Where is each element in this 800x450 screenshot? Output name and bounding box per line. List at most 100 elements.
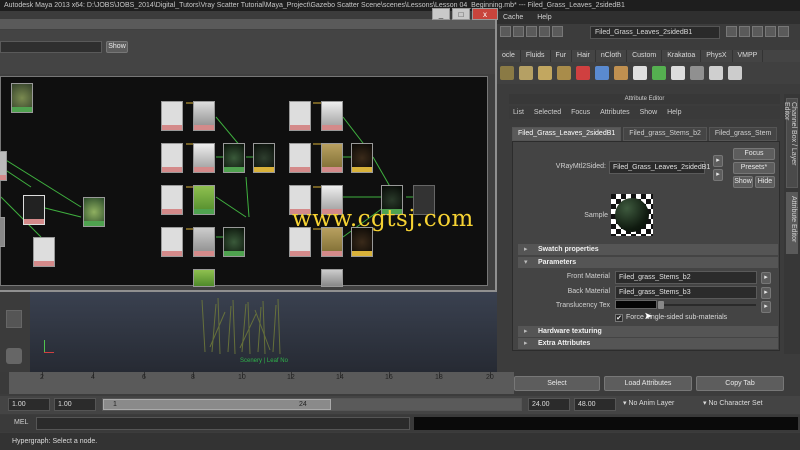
map-button-icon[interactable]: ▸ <box>761 301 771 313</box>
mode-icon[interactable] <box>500 26 511 37</box>
file-texture-node[interactable] <box>193 185 215 215</box>
range-slider-handle[interactable] <box>103 399 331 410</box>
file-texture-node[interactable] <box>321 143 343 173</box>
minimize-button[interactable]: _ <box>432 8 450 20</box>
shelf-tool-icon[interactable] <box>671 66 685 80</box>
hypershade-work-area[interactable] <box>0 76 488 287</box>
time-slider[interactable]: 2 4 6 8 10 12 14 16 18 20 <box>9 372 514 394</box>
translucency-slider[interactable] <box>658 301 756 309</box>
slider-handle[interactable] <box>658 301 664 309</box>
shader-node[interactable] <box>83 197 105 227</box>
menu-cache[interactable]: Cache <box>497 14 529 21</box>
shelf-tool-icon[interactable] <box>595 66 609 80</box>
close-button[interactable]: x <box>472 8 498 20</box>
anim-layer-selector[interactable]: ▾ No Anim Layer <box>620 398 700 411</box>
shader-node[interactable] <box>0 217 5 247</box>
material-node[interactable] <box>351 143 373 173</box>
presets-button[interactable]: Presets* <box>733 162 775 174</box>
shelf-tab[interactable]: PhysX <box>701 50 733 62</box>
shelf-tool-icon[interactable] <box>557 66 571 80</box>
material-name-field[interactable]: Filed_Grass_Leaves_2sidedB1 <box>609 161 710 174</box>
copy-tab-button[interactable]: Copy Tab <box>696 376 784 391</box>
select-button[interactable]: Select <box>514 376 600 391</box>
place2d-node[interactable] <box>289 143 311 173</box>
layout-icon[interactable] <box>6 348 22 364</box>
playback-start-field[interactable]: 1.00 <box>54 398 96 411</box>
material-node[interactable] <box>253 143 275 173</box>
ipr-icon[interactable] <box>539 26 550 37</box>
parameters-section[interactable]: ▾ Parameters <box>518 257 778 268</box>
focus-button[interactable]: Focus <box>733 148 775 160</box>
ae-tab-stems-b2[interactable]: Filed_grass_Stems_b2 <box>623 127 707 141</box>
file-texture-node[interactable] <box>193 101 215 131</box>
place2d-node[interactable] <box>161 143 183 173</box>
render-settings-icon[interactable] <box>552 26 563 37</box>
shelf-tool-icon[interactable] <box>709 66 723 80</box>
file-texture-node[interactable] <box>321 269 343 287</box>
ae-menu-show[interactable]: Show <box>636 109 662 116</box>
place2d-node[interactable] <box>161 227 183 257</box>
hypershade-filter-input[interactable] <box>0 41 102 53</box>
ae-menu-list[interactable]: List <box>509 109 528 116</box>
shader-node[interactable] <box>23 195 45 225</box>
range-slider[interactable]: 1 24 <box>102 398 522 411</box>
range-start-field[interactable]: 1.00 <box>8 398 50 411</box>
back-material-field[interactable]: Filed_grass_Stems_b3 <box>615 286 757 299</box>
toggle-icon[interactable] <box>752 26 763 37</box>
render-icon[interactable] <box>526 26 537 37</box>
front-material-field[interactable]: Filed_grass_Stems_b2 <box>615 271 757 284</box>
map-button-icon[interactable]: ▸ <box>761 287 771 299</box>
file-texture-node[interactable] <box>193 269 215 287</box>
hardware-texturing-section[interactable]: ▸ Hardware texturing <box>518 326 778 337</box>
channel-box-tab[interactable]: Channel Box / Layer Editor <box>783 98 798 188</box>
swatch-properties-section[interactable]: ▸ Swatch properties <box>518 244 778 255</box>
file-texture-node[interactable] <box>193 227 215 257</box>
shelf-tab[interactable]: Custom <box>627 50 663 62</box>
material-node[interactable] <box>223 227 245 257</box>
shelf-tab[interactable]: ocle <box>497 50 521 62</box>
shelf-tab[interactable]: Fur <box>551 50 573 62</box>
range-end-field[interactable]: 48.00 <box>574 398 616 411</box>
go-output-icon[interactable]: ▸ <box>713 169 723 181</box>
shelf-tab[interactable]: VMPP <box>733 50 764 62</box>
hide-button[interactable]: Hide <box>755 176 775 188</box>
ae-tab-leaves[interactable]: Filed_Grass_Leaves_2sidedB1 <box>512 127 622 141</box>
ae-tab-stems[interactable]: Filed_grass_Stem <box>708 127 778 141</box>
toggle-icon[interactable] <box>739 26 750 37</box>
shelf-tab[interactable]: Hair <box>572 50 596 62</box>
map-button-icon[interactable]: ▸ <box>761 272 771 284</box>
ae-menu-attributes[interactable]: Attributes <box>596 109 634 116</box>
place2d-node[interactable] <box>289 101 311 131</box>
ae-menu-help[interactable]: Help <box>663 109 685 116</box>
shelf-tool-icon[interactable] <box>576 66 590 80</box>
hypershade-titlebar[interactable] <box>0 19 495 29</box>
tool-button[interactable] <box>6 310 22 328</box>
playback-end-field[interactable]: 24.00 <box>528 398 570 411</box>
maximize-button[interactable]: □ <box>452 8 470 20</box>
shelf-tool-icon[interactable] <box>728 66 742 80</box>
material-node[interactable] <box>223 143 245 173</box>
show-button[interactable]: Show <box>733 176 753 188</box>
shader-node[interactable] <box>0 151 7 181</box>
shelf-tool-icon[interactable] <box>538 66 552 80</box>
shelf-tool-icon[interactable] <box>690 66 704 80</box>
shelf-tool-icon[interactable] <box>652 66 666 80</box>
file-texture-node[interactable] <box>321 101 343 131</box>
translucency-color[interactable] <box>615 300 657 309</box>
ae-menu-selected[interactable]: Selected <box>530 109 565 116</box>
shelf-tab[interactable]: Krakatoa <box>662 50 702 62</box>
extra-attributes-section[interactable]: ▸ Extra Attributes <box>518 338 778 349</box>
menu-help[interactable]: Help <box>531 14 557 21</box>
shelf-tool-icon[interactable] <box>500 66 514 80</box>
attribute-editor-tab[interactable]: Attribute Editor <box>786 192 798 254</box>
go-input-icon[interactable]: ▸ <box>713 155 723 167</box>
ae-menu-focus[interactable]: Focus <box>567 109 594 116</box>
hypershade-show-button[interactable]: Show <box>106 41 128 53</box>
place2d-node[interactable] <box>161 185 183 215</box>
shelf-tool-icon[interactable] <box>633 66 647 80</box>
character-set-selector[interactable]: ▾ No Character Set <box>700 398 790 411</box>
shelf-tool-icon[interactable] <box>519 66 533 80</box>
force-single-sided-checkbox[interactable]: ✔ <box>615 314 623 322</box>
shader-node[interactable] <box>33 237 55 267</box>
node-name-field[interactable]: Filed_Grass_Leaves_2sidedB1 <box>590 26 720 39</box>
